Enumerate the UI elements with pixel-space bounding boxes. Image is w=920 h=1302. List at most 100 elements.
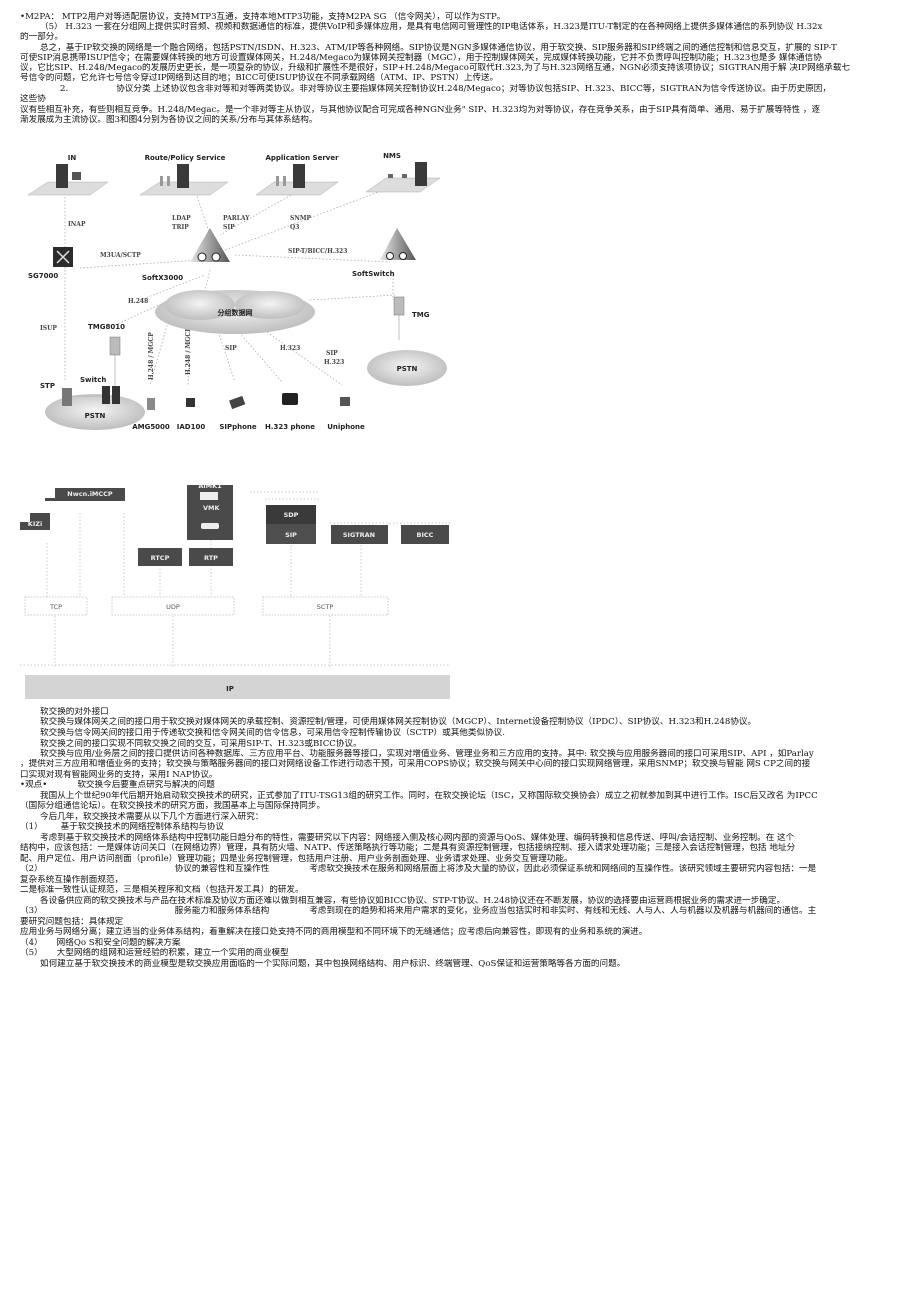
nwcn-box: Nwcn.iMCCP	[45, 488, 125, 501]
node-label-pstn-right: PSTN	[397, 365, 418, 373]
h323-phone-node: H.323 phone	[265, 393, 315, 431]
box-label-sctp: SCTP	[317, 603, 334, 611]
protocol-label-sip-uniphone: SIP	[326, 350, 338, 357]
protocol-label-h323-uniphone: H.323	[324, 359, 344, 366]
sipphone-node: SIPphone	[219, 395, 257, 431]
research-item-2-line: 二是标准一致性认证规范，三是相关程序和文档（包括开发工具）的研发。	[20, 885, 304, 895]
research-item-5-heading: （5） 大型网络的组网和运营经验的积累，建立一个实用的商业模型	[20, 948, 900, 958]
protocol-label-sipt: SIP-T/BICC/H.323	[288, 248, 347, 255]
protocol-label-q3: Q3	[290, 224, 299, 231]
node-label-amg5000: AMG5000	[132, 423, 170, 431]
sctp-box: SCTP	[262, 596, 389, 616]
item-number: （5）	[20, 948, 43, 958]
server-label-nms: NMS	[383, 152, 401, 160]
softx3000-node: SoftX3000	[142, 228, 230, 282]
research-item-1-heading: （1） 基于软交换技术的网络控制体系结构与协议	[20, 822, 900, 832]
research-item-3-line: 要研究问题包括：具体规定	[20, 917, 124, 927]
node-label-softx3000: SoftX3000	[142, 274, 183, 282]
network-architecture-diagram: IN Route/Policy Service Application Serv…	[20, 150, 460, 435]
research-item-3-line: 应用业务与网络分离；建立适当的业务体系结构，着重解决在接口处支持不同的商用模型和…	[20, 927, 648, 937]
tmg-node: TMG	[393, 296, 430, 340]
research-item-1-line: 考虑到基于软交换技术的网络体系结构中控制功能日趋分布的特性，需要研究以下内容：网…	[40, 833, 795, 843]
node-label-tmg8010: TMG8010	[88, 323, 125, 331]
udp-box: UDP	[111, 596, 235, 616]
route-policy-server: Route/Policy Service	[139, 154, 229, 196]
pstn-cloud-left: PSTN STP Switch	[40, 376, 145, 430]
research-paragraph: 今后几年，软交换技术需要从以下几个方面进行深入研究：	[40, 812, 264, 822]
protocol-label-isup: ISUP	[40, 325, 57, 332]
interfaces-paragraph-line: 口实现对现有智能网业务的支持，采用I NAP协议。	[20, 770, 218, 780]
research-paragraph-line: 我国从上个世纪90年代后期开始启动软交换技术的研究，正式参加了ITU-TSG13…	[40, 791, 818, 801]
box-label-sip: SIP	[285, 531, 297, 539]
protocol-label-inap: INAP	[68, 221, 86, 228]
heading-text: 软交换今后要重点研究与解决的问题	[77, 780, 215, 790]
classification-paragraph-line: 议有些相互补充，有些则相互竞争。H.248/Megac。是一个非对等主从协议，与…	[20, 105, 821, 115]
item-title: 大型网络的组网和运营经验的积累，建立一个实用的商业模型	[56, 948, 289, 958]
sg7000-node: SG7000	[28, 247, 73, 280]
box-label-bicc: BICC	[417, 531, 434, 539]
kizi-box: KIZi	[20, 513, 50, 530]
research-item-2-line: 各设备供应商的软交换技术与产品在技术标准及协议方面还难以做到相互兼容，有些协议如…	[40, 896, 786, 906]
box-label-aimk: AiMK1	[198, 485, 222, 490]
box-label-ip: IP	[226, 685, 234, 693]
interfaces-paragraph: 软交换之间的接口实现不同软交换之间的交互，可采用SIP-T、H.323或BICC…	[40, 739, 362, 749]
stack-connector-lines	[20, 491, 450, 667]
node-label-pstn-left: PSTN	[85, 412, 106, 420]
h323-paragraph-line: （5） H.323 一套在分组网上提供实时音频、视频和数据通信的标准，提供VoI…	[40, 22, 823, 32]
m2pa-paragraph: •M2PA： MTP2用户对等适配层协议，支持MTP3互通，支持本地MTP3功能…	[20, 12, 506, 22]
pstn-cloud-right: PSTN	[367, 350, 447, 386]
box-label-vmk: VMK	[203, 504, 220, 512]
bicc-box: BICC	[401, 525, 449, 544]
research-item-5-line: 如何建立基于软交换技术的商业模型是软交换应用面临的一个实际问题，其中包换网络结构…	[40, 959, 626, 969]
server-label-application: Application Server	[265, 154, 339, 162]
rtcp-box: RTCP	[138, 548, 182, 566]
box-label-rtp: RTP	[204, 554, 218, 562]
box-label-rtcp: RTCP	[151, 554, 170, 562]
item-title: 协议的兼容性和互操作性	[174, 864, 270, 874]
research-item-1-line: 配、用户定位、用户访问剖面（profile）管理功能；四是业务控制管理，包括用户…	[20, 854, 573, 864]
item-number: （4）	[20, 938, 43, 948]
node-label-sipphone: SIPphone	[219, 423, 257, 431]
summary-paragraph-line: 可使SIP消息携带ISUP信令；在需要媒体转换的地方可设置媒体网关，H.248/…	[20, 53, 822, 63]
summary-paragraph-line: 号信令的问题，它允许七号信令穿过IP网络到达目的地；BICC可使ISUP协议在不…	[20, 73, 499, 83]
classification-paragraph-line: 这些协	[20, 94, 46, 104]
protocol-label-ldap: LDAP	[172, 215, 191, 222]
summary-paragraph-line: 总之，基于IP软交换的网络是一个融合网络，包括PSTN/ISDN、H.323、A…	[40, 43, 837, 53]
h323-paragraph-line: 的一部分。	[20, 32, 63, 42]
research-item-4-heading: （4） 网络Qo S和安全问题的解决方案	[20, 938, 900, 948]
node-label-h323-phone: H.323 phone	[265, 423, 315, 431]
uniphone-node: Uniphone	[327, 397, 365, 431]
section-number: 2.	[60, 84, 69, 94]
node-label-uniphone: Uniphone	[327, 423, 365, 431]
item-number: （1）	[20, 822, 43, 832]
server-label-in: IN	[68, 154, 77, 162]
interfaces-paragraph: 软交换与信令网关间的接口用于传递软交换和信令网关间的信令信息，可采用信令控制传输…	[40, 728, 505, 738]
research-heading: •观点• 软交换今后要重点研究与解决的问题	[20, 780, 900, 790]
research-item-2-line: 复杂系统互操作剖面规范，	[20, 875, 124, 885]
box-label-tcp: TCP	[49, 603, 62, 611]
rtp-box: RTP	[189, 548, 233, 566]
item-text: 考虑软交换技术在服务和网络层面上将涉及大量的协议，因此必须保证系统和网络间的互操…	[309, 864, 817, 874]
classification-paragraph-line: 2. 协议分类 上述协议包含非对等和对等两类协议。非对等协议主要指媒体网关控制协议…	[20, 84, 920, 94]
protocol-label-h248: H.248	[128, 298, 148, 305]
interfaces-paragraph-line: 软交换与应用/业务层之间的接口提供访问各种数据库、三方应用平台、功能服务器等接口…	[40, 749, 814, 759]
item-title: 基于软交换技术的网络控制体系结构与协议	[60, 822, 224, 832]
heading-prefix: •观点•	[20, 780, 48, 790]
box-label-sdp: SDP	[284, 511, 299, 519]
item-number: （2）	[20, 864, 43, 874]
protocol-label-mgcp-iad: H.248 / MGCP	[185, 327, 192, 375]
box-label-nwcn: Nwcn.iMCCP	[67, 490, 113, 498]
protocol-label-sip-phone: SIP	[225, 345, 237, 352]
sigtran-box: SIGTRAN	[331, 525, 388, 544]
in-server: IN	[27, 154, 109, 196]
interfaces-paragraph-line: ，提供对三方应用和增值业务的支持；软交换与策略服务器间的接口对网络设备工作进行动…	[20, 759, 811, 769]
protocol-stack-diagram: KIZi Nwcn.iMCCP AiMK1 VMK SDP SIP SIGTRA…	[20, 485, 460, 705]
tcp-box: TCP	[24, 596, 88, 616]
item-text: 考虑到现在的趋势和将来用户需求的变化，业务应当包括实时和非实时、有线和无线、人与…	[309, 906, 817, 916]
protocol-label-parlay: PARLAY	[223, 215, 250, 222]
aimk-vmk-box: AiMK1 VMK	[187, 485, 233, 540]
node-label-iad100: IAD100	[177, 423, 206, 431]
nms-server: NMS	[365, 152, 441, 193]
classification-paragraph-line: 渐发展成为主流协议。图3和图4分别为各协议之间的关系/分布与其体系结构。	[20, 115, 318, 125]
node-label-switch: Switch	[80, 376, 106, 384]
